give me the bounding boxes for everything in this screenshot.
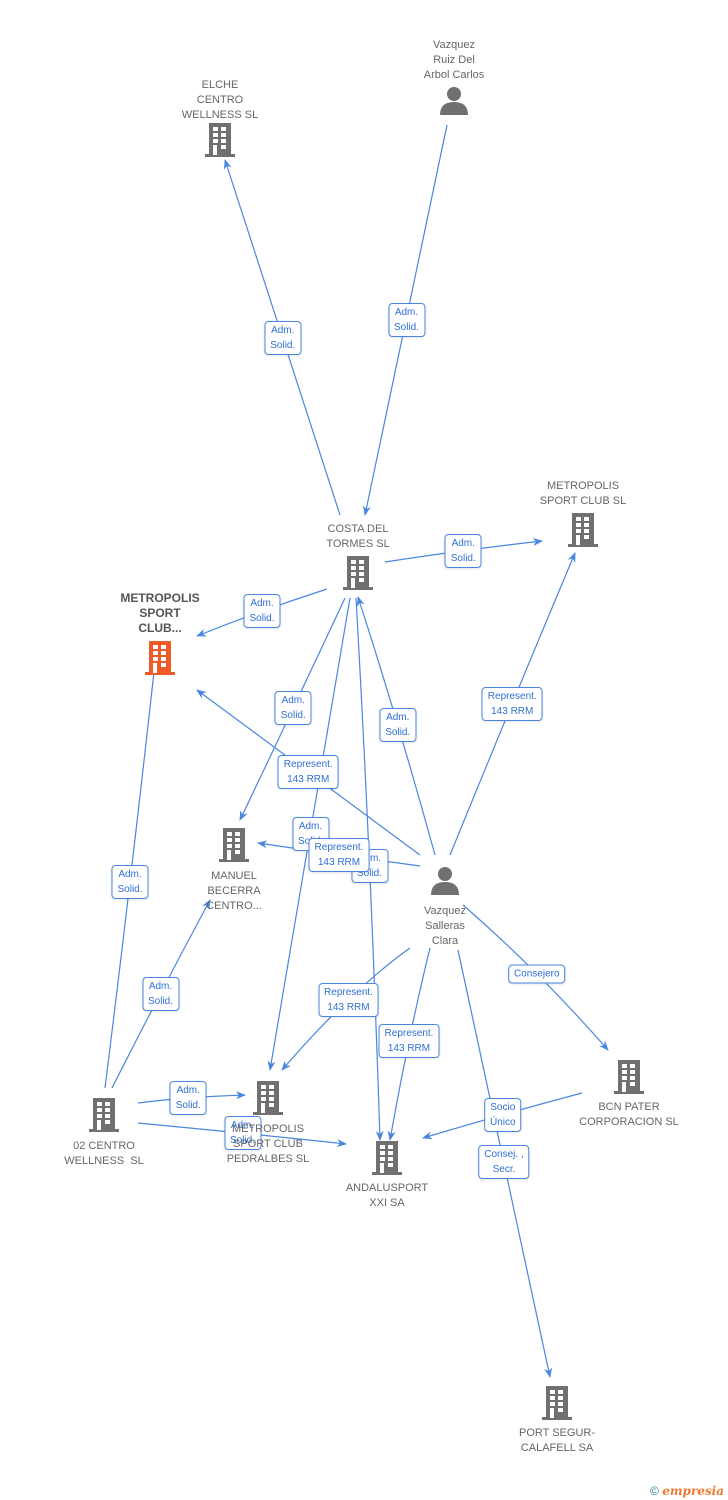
- edge-label[interactable]: Represent. 143 RRM: [308, 837, 370, 872]
- node-label[interactable]: 02 CENTRO WELLNESS SL: [44, 1139, 164, 1169]
- edge-label[interactable]: Consej. , Secr.: [478, 1145, 530, 1180]
- edge-label[interactable]: Represent. 143 RRM: [378, 1024, 440, 1058]
- edge-label[interactable]: Adm. Solid.: [111, 864, 149, 899]
- edge-label[interactable]: Represent. 143 RRM: [481, 686, 543, 721]
- person-icon[interactable]: [440, 87, 468, 115]
- edge-label[interactable]: Represent. 143 RRM: [277, 755, 339, 790]
- edge-label[interactable]: Socio Único: [483, 1097, 522, 1132]
- node-label[interactable]: ELCHE CENTRO WELLNESS SL: [160, 78, 280, 123]
- empresia-logo: © empresia: [650, 1484, 724, 1498]
- network-diagram: © empresia Adm. Solid. Adm. Solid. Adm. So…: [0, 0, 728, 1500]
- node-label[interactable]: MANUEL BECERRA CENTRO...: [174, 869, 294, 914]
- building-icon[interactable]: [614, 1060, 644, 1094]
- edges-layer: [89, 87, 644, 1420]
- edge-label[interactable]: Adm. Solid.: [141, 976, 180, 1011]
- node-label[interactable]: BCN PATER CORPORACION SL: [569, 1100, 689, 1130]
- edge-label[interactable]: Adm. Solid.: [444, 533, 482, 568]
- node-label[interactable]: METROPOLIS SPORT CLUB PEDRALBES SL: [208, 1122, 328, 1167]
- building-icon[interactable]: [253, 1081, 283, 1115]
- building-icon[interactable]: [343, 556, 373, 590]
- edge-label[interactable]: Adm. Solid.: [169, 1081, 207, 1115]
- building-icon[interactable]: [205, 123, 235, 157]
- building-icon[interactable]: [542, 1386, 572, 1420]
- edge-label[interactable]: Adm. Solid.: [243, 594, 281, 629]
- edge-label[interactable]: Adm. Solid.: [379, 708, 417, 742]
- node-label[interactable]: Vazquez Salleras Clara: [385, 904, 505, 949]
- building-icon[interactable]: [89, 1098, 119, 1132]
- node-label[interactable]: PORT SEGUR- CALAFELL SA: [497, 1426, 617, 1456]
- copyright-symbol: ©: [650, 1484, 659, 1498]
- building-icon[interactable]: [568, 513, 598, 547]
- node-label[interactable]: METROPOLIS SPORT CLUB SL: [523, 479, 643, 509]
- brand-name: empresia: [662, 1484, 724, 1498]
- edge-label[interactable]: Adm. Solid.: [274, 691, 312, 725]
- edge-label[interactable]: Adm. Solid.: [264, 321, 302, 356]
- edge-label[interactable]: Adm. Solid.: [387, 302, 426, 337]
- building-icon[interactable]: [145, 641, 175, 675]
- building-icon[interactable]: [219, 828, 249, 862]
- building-icon[interactable]: [372, 1141, 402, 1175]
- edge-label[interactable]: Consejero: [507, 964, 566, 984]
- node-label[interactable]: COSTA DEL TORMES SL: [298, 522, 418, 552]
- node-label[interactable]: Vazquez Ruiz Del Arbol Carlos: [394, 38, 514, 83]
- edge-label[interactable]: Represent. 143 RRM: [318, 982, 379, 1017]
- node-label[interactable]: ANDALUSPORT XXI SA: [327, 1181, 447, 1211]
- person-icon[interactable]: [431, 867, 459, 895]
- node-label[interactable]: METROPOLIS SPORT CLUB...: [100, 591, 220, 636]
